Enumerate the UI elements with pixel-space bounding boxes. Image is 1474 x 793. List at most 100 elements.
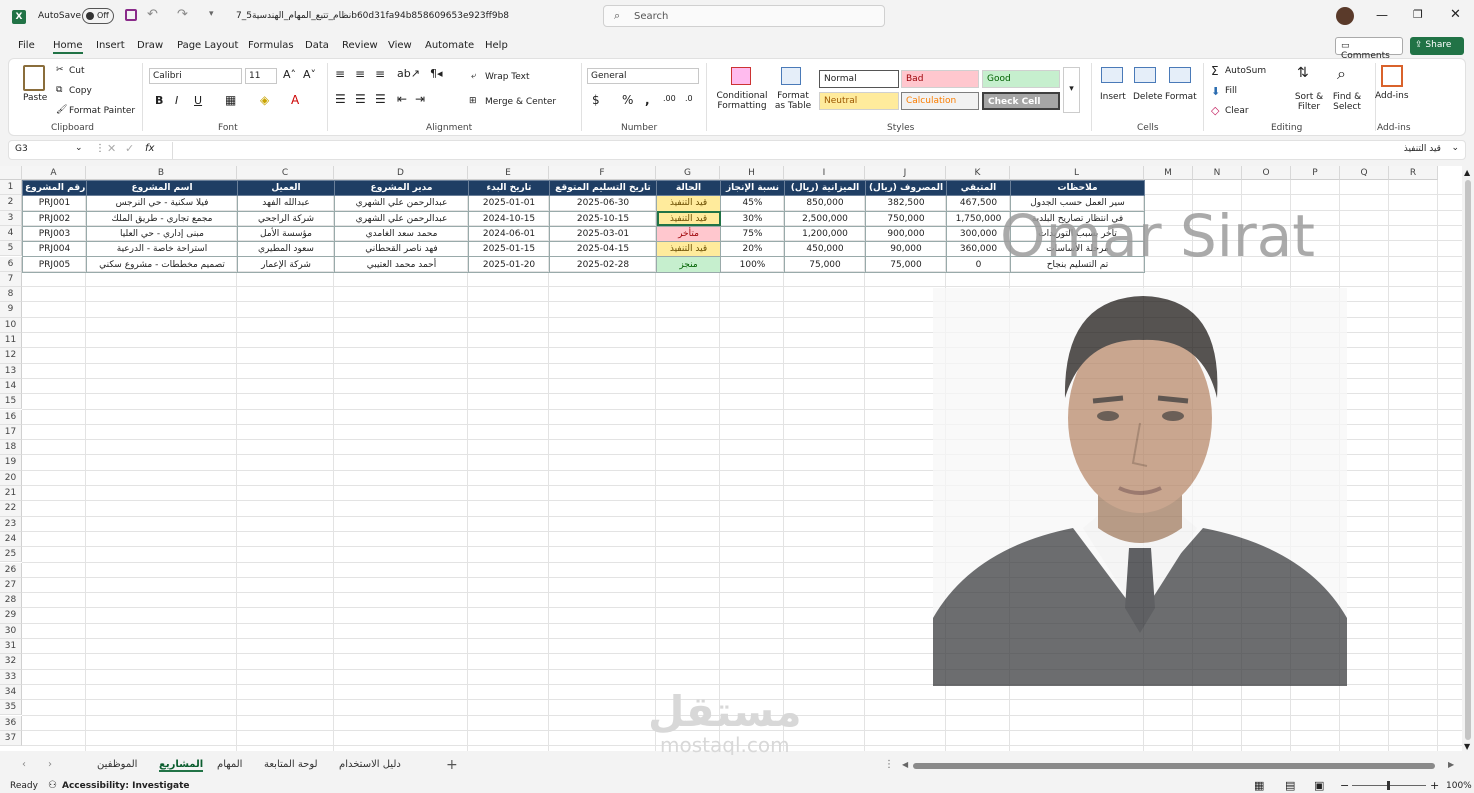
add-ins-button[interactable]: Add-ins bbox=[1375, 91, 1409, 101]
fill-button[interactable]: Fill bbox=[1225, 86, 1237, 96]
row-header[interactable]: 7 bbox=[0, 271, 22, 288]
column-header[interactable]: L bbox=[1010, 166, 1144, 180]
undo-icon[interactable]: ↶ bbox=[147, 7, 158, 22]
row-header[interactable]: 31 bbox=[0, 639, 22, 655]
table-cell[interactable]: شركة الراجحي bbox=[237, 210, 335, 227]
row-header[interactable]: 19 bbox=[0, 455, 22, 471]
table-cell[interactable]: 2025-10-15 bbox=[549, 210, 657, 227]
table-cell[interactable]: PRJ004 bbox=[22, 241, 87, 258]
page-break-view-icon[interactable]: ▣ bbox=[1314, 779, 1324, 792]
status-cell[interactable]: قيد التنفيذ bbox=[656, 241, 721, 258]
table-cell[interactable]: أحمد محمد العتيبي bbox=[334, 256, 469, 273]
row-header[interactable]: 4 bbox=[0, 225, 22, 242]
row-header[interactable]: 25 bbox=[0, 547, 22, 563]
column-header[interactable]: R bbox=[1389, 166, 1438, 180]
page-layout-view-icon[interactable]: ▤ bbox=[1285, 779, 1295, 792]
table-cell[interactable]: استراحة خاصة - الدرعية bbox=[86, 241, 238, 258]
row-header[interactable]: 17 bbox=[0, 424, 22, 441]
table-cell[interactable]: 2025-06-30 bbox=[549, 195, 657, 212]
save-icon[interactable] bbox=[125, 9, 137, 21]
column-header[interactable]: M bbox=[1144, 166, 1193, 180]
sheet-tab-employees[interactable]: الموظفين bbox=[97, 759, 137, 770]
table-cell[interactable]: 100% bbox=[720, 256, 785, 273]
avatar[interactable] bbox=[1336, 7, 1354, 25]
wrap-text-icon[interactable]: ⤶ bbox=[471, 71, 476, 81]
expand-formula-icon[interactable]: ⌄ bbox=[1451, 143, 1459, 153]
align-left-icon[interactable]: ☰ bbox=[335, 92, 346, 106]
table-cell[interactable]: 90,000 bbox=[865, 241, 947, 258]
zoom-level[interactable]: 100% bbox=[1446, 781, 1472, 791]
comments-button[interactable]: ▭ Comments bbox=[1335, 37, 1403, 61]
tab-home[interactable]: Home bbox=[53, 40, 83, 54]
clear-icon[interactable]: ◇ bbox=[1211, 104, 1219, 117]
column-header[interactable]: J bbox=[865, 166, 946, 180]
table-cell[interactable]: 450,000 bbox=[784, 241, 866, 258]
autosum-button[interactable]: AutoSum bbox=[1225, 66, 1266, 76]
row-header[interactable]: 22 bbox=[0, 501, 22, 517]
tab-help[interactable]: Help bbox=[485, 40, 508, 51]
find-select-button[interactable]: Find & Select bbox=[1329, 92, 1365, 112]
row-header[interactable]: 26 bbox=[0, 562, 22, 578]
sheet-tab-guide[interactable]: دليل الاستخدام bbox=[339, 759, 401, 770]
orientation-icon[interactable]: ab↗ bbox=[397, 67, 420, 80]
row-header[interactable]: 8 bbox=[0, 287, 22, 303]
copy-button[interactable]: Copy bbox=[69, 86, 92, 96]
table-cell[interactable]: مبنى إداري - حي العليا bbox=[86, 225, 238, 243]
column-header[interactable]: C bbox=[237, 166, 334, 180]
select-all-corner[interactable] bbox=[0, 166, 22, 180]
align-center-icon[interactable]: ☰ bbox=[355, 92, 366, 106]
format-painter-button[interactable]: Format Painter bbox=[69, 106, 135, 116]
style-normal[interactable]: Normal bbox=[819, 70, 899, 88]
table-cell[interactable]: عبدالله الفهد bbox=[237, 195, 335, 212]
merge-center-button[interactable]: Merge & Center bbox=[485, 97, 556, 107]
format-button[interactable]: Format bbox=[1165, 92, 1197, 102]
row-header[interactable]: 13 bbox=[0, 363, 22, 379]
tab-review[interactable]: Review bbox=[342, 40, 378, 51]
minimize-icon[interactable]: — bbox=[1376, 8, 1388, 22]
share-button[interactable]: ⇪ Share bbox=[1410, 37, 1464, 55]
insert-function-icon[interactable]: fx bbox=[145, 143, 154, 154]
cancel-icon[interactable]: ✕ bbox=[107, 142, 116, 155]
table-cell[interactable]: سعود المطيري bbox=[237, 241, 335, 258]
tab-automate[interactable]: Automate bbox=[425, 40, 474, 51]
tab-file[interactable]: File bbox=[18, 40, 35, 51]
delete-cells-icon[interactable] bbox=[1134, 67, 1156, 83]
delete-button[interactable]: Delete bbox=[1133, 92, 1163, 102]
decrease-indent-icon[interactable]: ⇤ bbox=[397, 92, 407, 106]
rtl-icon[interactable]: ¶◂ bbox=[430, 67, 443, 80]
paste-button[interactable]: Paste bbox=[23, 93, 47, 103]
search-box[interactable]: ⌕ Search bbox=[603, 5, 885, 27]
vertical-scrollbar[interactable]: ▲ ▼ bbox=[1462, 166, 1474, 756]
format-cells-icon[interactable] bbox=[1169, 67, 1191, 83]
zoom-out-icon[interactable]: − bbox=[1340, 779, 1349, 792]
tabs-splitter-icon[interactable]: ⋮ bbox=[884, 759, 894, 770]
sheet-tab-projects[interactable]: المشاريع bbox=[159, 759, 204, 772]
bold-icon[interactable]: B bbox=[155, 94, 163, 107]
font-color-icon[interactable]: A bbox=[291, 93, 299, 107]
customize-qat-icon[interactable]: ▾ bbox=[209, 9, 214, 19]
tab-insert[interactable]: Insert bbox=[96, 40, 125, 51]
align-top-icon[interactable]: ≡ bbox=[335, 67, 345, 81]
conditional-formatting-button[interactable]: Conditional Formatting bbox=[713, 91, 771, 111]
style-calculation[interactable]: Calculation bbox=[901, 92, 979, 110]
row-header[interactable]: 14 bbox=[0, 378, 22, 395]
sort-filter-button[interactable]: Sort & Filter bbox=[1293, 92, 1325, 112]
sheet-tab-tasks[interactable]: المهام bbox=[217, 759, 242, 770]
row-header[interactable]: 21 bbox=[0, 486, 22, 502]
row-header[interactable]: 33 bbox=[0, 669, 22, 685]
insert-cells-icon[interactable] bbox=[1101, 67, 1123, 83]
find-select-icon[interactable]: ⌕ bbox=[1337, 64, 1346, 84]
status-cell[interactable]: قيد التنفيذ bbox=[656, 195, 721, 212]
row-header[interactable]: 12 bbox=[0, 348, 22, 364]
scroll-left-icon[interactable]: ◀ bbox=[902, 760, 908, 769]
table-cell[interactable]: مجمع تجاري - طريق الملك bbox=[86, 210, 238, 227]
row-header[interactable]: 10 bbox=[0, 317, 22, 333]
normal-view-icon[interactable]: ▦ bbox=[1254, 779, 1264, 792]
increase-indent-icon[interactable]: ⇥ bbox=[415, 92, 425, 106]
table-cell[interactable]: عبدالرحمن علي الشهري bbox=[334, 210, 469, 227]
table-cell[interactable]: محمد سعد الغامدي bbox=[334, 225, 469, 243]
status-cell[interactable]: قيد التنفيذ bbox=[656, 210, 721, 227]
tab-formulas[interactable]: Formulas bbox=[248, 40, 294, 51]
decrease-decimal-icon[interactable]: .0 bbox=[685, 94, 693, 103]
row-header[interactable]: 3 bbox=[0, 210, 22, 226]
